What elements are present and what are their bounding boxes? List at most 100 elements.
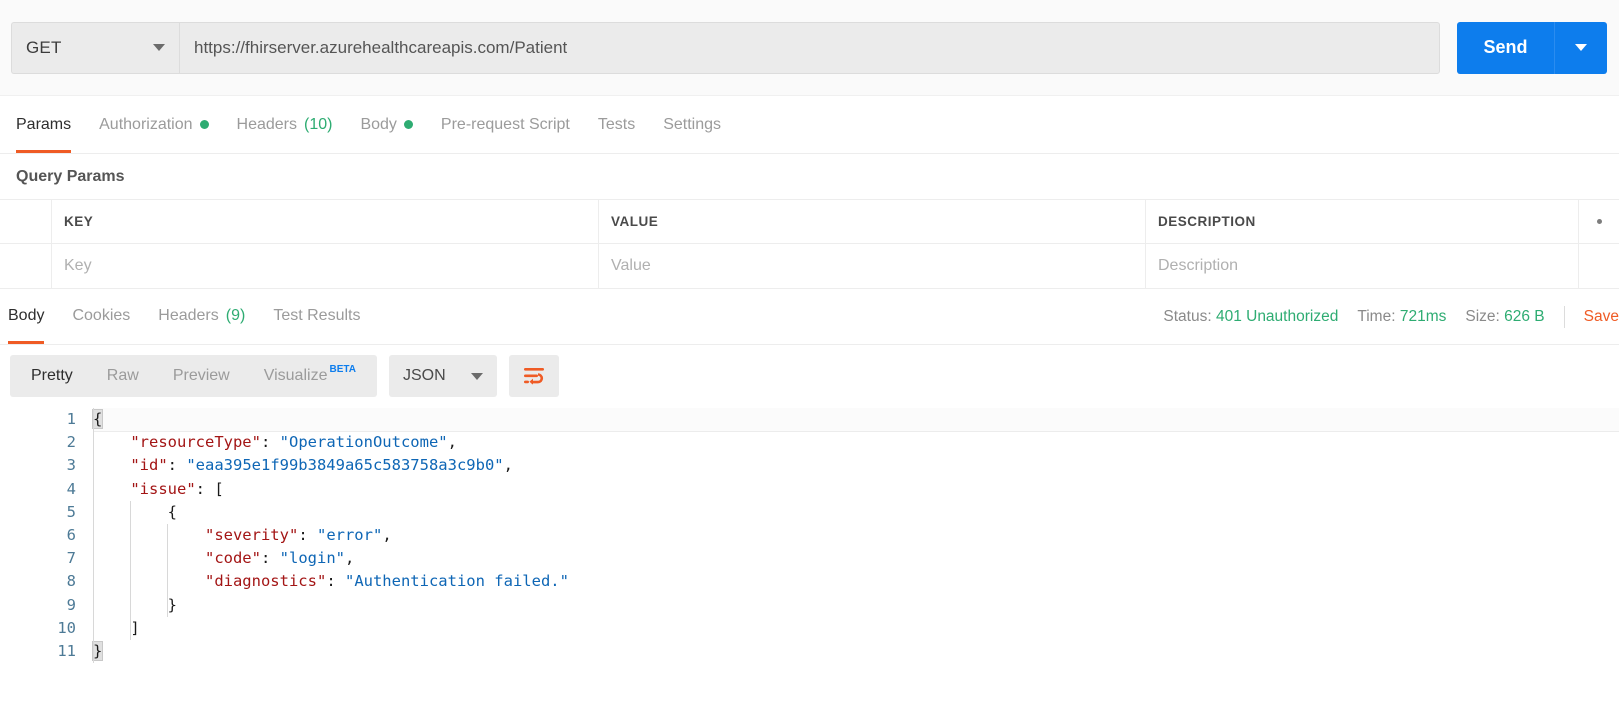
size-value: 626 B	[1504, 307, 1545, 325]
code-token: :	[260, 433, 280, 452]
code-line: "diagnostics": "Authentication failed."	[93, 570, 1619, 593]
view-mode-label: Preview	[172, 367, 230, 384]
view-mode-group: Pretty Raw Preview Visualize BETA	[10, 355, 377, 397]
code-area: 1 2 3 4 5 6 7 8 9 10 11 { "resourceType": "Operati…	[0, 408, 1619, 664]
code-content[interactable]: { "resourceType": "OperationOutcome", "i…	[88, 408, 1619, 664]
param-description-placeholder: Description	[1158, 257, 1239, 274]
code-line: ]	[93, 617, 1619, 640]
code-token: ]	[130, 618, 140, 637]
code-token: :	[167, 456, 187, 475]
send-button[interactable]: Send	[1457, 21, 1554, 74]
tab-label: Authorization	[99, 115, 193, 133]
response-meta: Status: 401 Unauthorized Time: 721ms Siz…	[1163, 289, 1619, 344]
beta-badge: BETA	[329, 363, 356, 375]
param-key-input[interactable]: Key	[52, 244, 599, 288]
code-token: "error"	[316, 525, 383, 544]
tab-settings[interactable]: Settings	[649, 96, 735, 153]
tab-label: Tests	[597, 115, 636, 133]
column-header-value: VALUE	[599, 200, 1146, 243]
line-number: 4	[66, 479, 76, 498]
size-label: Size:	[1465, 307, 1500, 325]
tab-count-badge: (10)	[304, 115, 333, 133]
response-tab-test-results[interactable]: Test Results	[259, 287, 374, 344]
view-mode-label: Pretty	[31, 367, 73, 384]
more-options-icon	[1596, 219, 1602, 224]
url-input[interactable]: https://fhirserver.azurehealthcareapis.c…	[179, 21, 1440, 74]
send-button-group: Send	[1457, 21, 1607, 74]
response-bar: Body Cookies Headers (9) Test Results Status…	[0, 289, 1619, 345]
code-token: }	[91, 640, 104, 661]
line-number: 8	[66, 572, 76, 591]
param-value-input[interactable]: Value	[599, 244, 1146, 288]
code-line: }	[93, 594, 1619, 617]
tab-body[interactable]: Body	[346, 96, 426, 153]
code-token: ,	[503, 456, 513, 475]
response-tab-headers[interactable]: Headers (9)	[144, 287, 259, 344]
line-number: 5	[66, 502, 76, 521]
code-line: "issue": [	[93, 478, 1619, 501]
request-tabs: Params Authorization Headers (10) Body Pre-re…	[0, 96, 1619, 154]
code-line: }	[91, 640, 1619, 663]
modified-indicator-icon	[403, 120, 413, 129]
modified-indicator-icon	[199, 120, 209, 129]
save-response-button[interactable]: Save	[1584, 308, 1619, 326]
tab-headers[interactable]: Headers (10)	[223, 96, 347, 153]
code-line: "id": "eaa395e1f99b3849a65c583758a3c9b0"…	[93, 454, 1619, 477]
chevron-down-icon	[153, 44, 165, 51]
tab-label: Body	[360, 115, 397, 133]
tab-label: Cookies	[72, 306, 131, 324]
code-token: "severity"	[204, 525, 299, 544]
response-tab-cookies[interactable]: Cookies	[58, 287, 144, 344]
tab-label: Settings	[663, 115, 722, 133]
chevron-down-icon	[1575, 44, 1587, 51]
code-token: "diagnostics"	[204, 572, 327, 591]
line-number-gutter: 1 2 3 4 5 6 7 8 9 10 11	[0, 408, 88, 663]
row-actions-cell	[1579, 244, 1619, 288]
query-params-title: Query Params	[0, 154, 1619, 199]
code-token: "Authentication failed."	[344, 572, 569, 591]
code-line: "resourceType": "OperationOutcome",	[93, 431, 1619, 454]
column-header-description: DESCRIPTION	[1146, 200, 1579, 243]
line-number: 10	[57, 618, 76, 637]
time-badge: Time: 721ms	[1357, 308, 1446, 326]
code-token: "eaa395e1f99b3849a65c583758a3c9b0"	[186, 456, 504, 475]
tab-pre-request-script[interactable]: Pre-request Script	[427, 96, 584, 153]
row-checkbox-cell[interactable]	[0, 244, 52, 288]
line-number: 2	[66, 433, 76, 452]
code-token: {	[91, 409, 104, 429]
query-params-table: KEY VALUE DESCRIPTION Key Value Descript…	[0, 199, 1619, 289]
code-token: ,	[447, 433, 457, 452]
chevron-down-icon	[470, 372, 483, 380]
tab-label: Pre-request Script	[440, 115, 570, 133]
view-mode-visualize[interactable]: Visualize BETA	[247, 355, 373, 397]
param-key-placeholder: Key	[64, 257, 92, 274]
body-format-label: JSON	[402, 367, 446, 384]
view-mode-pretty[interactable]: Pretty	[14, 355, 90, 397]
column-header-key: KEY	[52, 200, 599, 243]
response-body-editor[interactable]: 1 2 3 4 5 6 7 8 9 10 11 { "resourceType": "Operati…	[0, 407, 1619, 707]
view-mode-raw[interactable]: Raw	[90, 355, 156, 397]
send-options-button[interactable]	[1554, 21, 1607, 74]
param-description-input[interactable]: Description	[1146, 244, 1579, 288]
http-method-select[interactable]: GET	[11, 21, 179, 74]
view-mode-preview[interactable]: Preview	[156, 355, 247, 397]
code-line: "code": "login",	[93, 547, 1619, 570]
code-token: :	[260, 549, 280, 568]
word-wrap-button[interactable]	[508, 355, 559, 397]
response-tab-body[interactable]: Body	[8, 287, 58, 344]
select-all-cell[interactable]	[0, 200, 52, 243]
line-number: 11	[57, 641, 76, 660]
tab-label: Params	[16, 115, 72, 133]
code-token: "code"	[204, 549, 261, 568]
code-token: "login"	[279, 549, 345, 568]
tab-authorization[interactable]: Authorization	[85, 96, 222, 153]
body-format-select[interactable]: JSON	[388, 355, 497, 397]
code-token: }	[167, 595, 177, 614]
status-value: 401 Unauthorized	[1215, 307, 1339, 325]
tab-params[interactable]: Params	[16, 96, 85, 153]
bulk-edit-button[interactable]	[1579, 200, 1619, 243]
tab-tests[interactable]: Tests	[584, 96, 649, 153]
request-url-bar: GET https://fhirserver.azurehealthcareap…	[0, 0, 1619, 96]
response-view-toolbar: Pretty Raw Preview Visualize BETA JSON	[0, 345, 1619, 407]
param-value-placeholder: Value	[611, 257, 651, 274]
